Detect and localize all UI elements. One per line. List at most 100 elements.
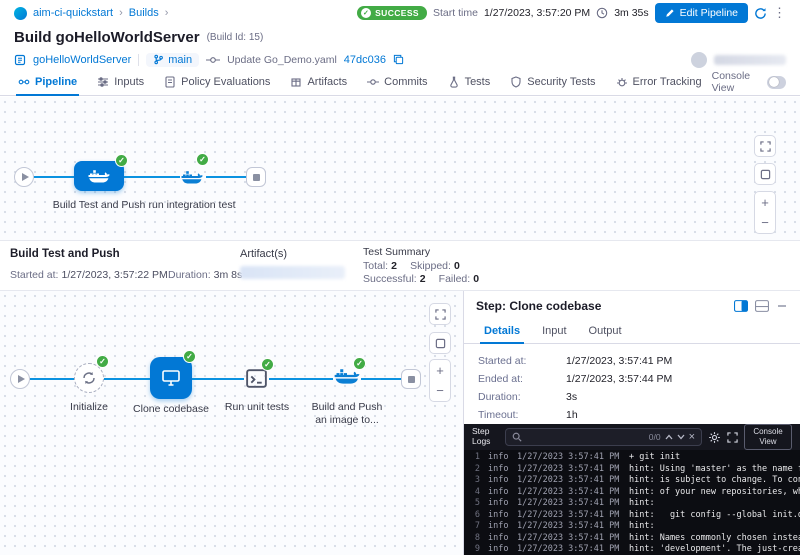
- artifacts-label: Artifact(s): [240, 248, 287, 260]
- tab-output[interactable]: Output: [579, 318, 632, 343]
- log-search-input[interactable]: [526, 432, 645, 442]
- search-result-count: 0/0: [649, 432, 661, 442]
- layout-split-bottom-icon[interactable]: [755, 300, 769, 312]
- stage-node-run-integration-test[interactable]: [180, 167, 204, 187]
- log-line: 5info1/27/2023 3:57:41 PMhint:: [468, 498, 800, 510]
- console-title: Step Logs: [472, 427, 499, 447]
- tab-tests[interactable]: Tests: [438, 69, 501, 95]
- step-node-clone-codebase[interactable]: [150, 357, 192, 399]
- breadcrumb-builds[interactable]: Builds: [129, 7, 159, 19]
- bug-icon: [616, 76, 628, 88]
- step-node-label: Initialize: [54, 401, 124, 414]
- pipeline-start-node[interactable]: [14, 167, 34, 187]
- zoom-in-button[interactable]: [754, 191, 776, 213]
- inputs-icon: [97, 76, 109, 88]
- start-time-value: 1/27/2023, 3:57:20 PM: [484, 7, 590, 19]
- reset-view-button[interactable]: [754, 163, 776, 185]
- play-icon: [18, 375, 25, 383]
- successful-label: Successful:: [363, 273, 417, 285]
- tab-error-tracking[interactable]: Error Tracking: [606, 69, 712, 95]
- detail-row: Timeout: 1h: [478, 409, 786, 421]
- tab-label: Error Tracking: [633, 76, 702, 88]
- log-settings-gear-icon[interactable]: [708, 431, 721, 444]
- refresh-icon[interactable]: [754, 7, 767, 20]
- detail-label: Ended at:: [478, 373, 566, 385]
- more-options-icon[interactable]: [773, 5, 786, 21]
- connector: [192, 378, 244, 380]
- log-line: 8info1/27/2023 3:57:41 PMhint: Names com…: [468, 533, 800, 545]
- tab-details[interactable]: Details: [474, 318, 530, 343]
- zoom-in-button[interactable]: [429, 359, 451, 381]
- log-output[interactable]: 1info1/27/2023 3:57:41 PM+ git init 2inf…: [464, 450, 800, 555]
- connector: [269, 378, 333, 380]
- fullscreen-button[interactable]: [754, 135, 776, 157]
- frame-icon: [435, 338, 446, 349]
- test-summary-line1: Total: 2 Skipped: 0: [363, 260, 470, 272]
- tab-pipeline[interactable]: Pipeline: [8, 69, 87, 95]
- duration-label: Duration:: [168, 269, 211, 281]
- console-view-toggle[interactable]: [767, 76, 786, 89]
- expand-icon: [760, 141, 771, 152]
- detail-value: 1h: [566, 409, 578, 421]
- layout-split-right-icon[interactable]: [734, 300, 748, 312]
- branch-chip[interactable]: main: [146, 53, 199, 67]
- log-line: 9info1/27/2023 3:57:41 PMhint: 'developm…: [468, 544, 800, 555]
- tab-input[interactable]: Input: [532, 318, 576, 343]
- step-panel-title: Step: Clone codebase: [476, 299, 727, 313]
- commit-hash-link[interactable]: 47dc036: [344, 54, 386, 66]
- zoom-out-button[interactable]: [754, 212, 776, 234]
- zoom-out-button[interactable]: [429, 380, 451, 402]
- reset-view-button[interactable]: [429, 332, 451, 354]
- copy-icon[interactable]: [393, 54, 404, 65]
- step-panel-tabs: Details Input Output: [464, 318, 800, 344]
- status-label: SUCCESS: [375, 8, 419, 18]
- stop-icon: [408, 376, 415, 383]
- repository-icon: [14, 54, 26, 66]
- commits-icon: [367, 76, 379, 88]
- started-label: Started at:: [10, 269, 58, 281]
- collapse-icon[interactable]: [776, 300, 788, 312]
- connector: [104, 378, 150, 380]
- detail-label: Duration:: [478, 391, 566, 403]
- user-name-redacted: [714, 55, 786, 65]
- detail-row: Ended at: 1/27/2023, 3:57:44 PM: [478, 373, 786, 385]
- detail-label: Started at:: [478, 355, 566, 367]
- user-avatar[interactable]: [691, 52, 707, 68]
- log-line: 7info1/27/2023 3:57:41 PMhint:: [468, 521, 800, 533]
- steps-end-node[interactable]: [401, 369, 421, 389]
- docker-whale-icon: [180, 168, 204, 186]
- total-label: Total:: [363, 260, 388, 272]
- breadcrumb-project[interactable]: aim-ci-quickstart: [33, 7, 113, 19]
- step-logs-console: Step Logs 0/0 Console View 1info1/27/202…: [464, 424, 800, 555]
- step-graph-canvas[interactable]: Initialize Clone codebase Run unit tests…: [0, 291, 463, 555]
- tab-policy-evaluations[interactable]: Policy Evaluations: [154, 69, 280, 95]
- frame-icon: [760, 169, 771, 180]
- tab-inputs[interactable]: Inputs: [87, 69, 154, 95]
- steps-start-node[interactable]: [10, 369, 30, 389]
- stage-graph-canvas[interactable]: Build Test and Push run integration test: [0, 97, 800, 240]
- elapsed-time: 3m 35s: [614, 7, 648, 19]
- policy-icon: [164, 76, 176, 88]
- tab-label: Tests: [465, 76, 491, 88]
- search-prev-icon[interactable]: [665, 434, 673, 440]
- tab-commits[interactable]: Commits: [357, 69, 437, 95]
- pipeline-end-node[interactable]: [246, 167, 266, 187]
- detail-value: 3s: [566, 391, 577, 403]
- log-line: 3info1/27/2023 3:57:41 PMhint: is subjec…: [468, 475, 800, 487]
- tab-security-tests[interactable]: Security Tests: [500, 69, 605, 95]
- repo-name-link[interactable]: goHelloWorldServer: [33, 54, 131, 66]
- search-close-icon[interactable]: [689, 431, 695, 443]
- status-badge: SUCCESS: [357, 6, 427, 20]
- artifacts-icon: [290, 76, 302, 88]
- edit-pipeline-button[interactable]: Edit Pipeline: [655, 3, 748, 23]
- artifact-redacted[interactable]: [240, 266, 345, 279]
- console-view-button[interactable]: Console View: [744, 424, 792, 449]
- log-line: 1info1/27/2023 3:57:41 PM+ git init: [468, 452, 800, 464]
- divider: [138, 54, 139, 66]
- stage-name: Build Test and Push: [10, 248, 120, 260]
- fullscreen-button[interactable]: [429, 303, 451, 325]
- search-next-icon[interactable]: [677, 434, 685, 440]
- tab-label: Policy Evaluations: [181, 76, 270, 88]
- log-fullscreen-icon[interactable]: [727, 432, 738, 443]
- tab-artifacts[interactable]: Artifacts: [280, 69, 357, 95]
